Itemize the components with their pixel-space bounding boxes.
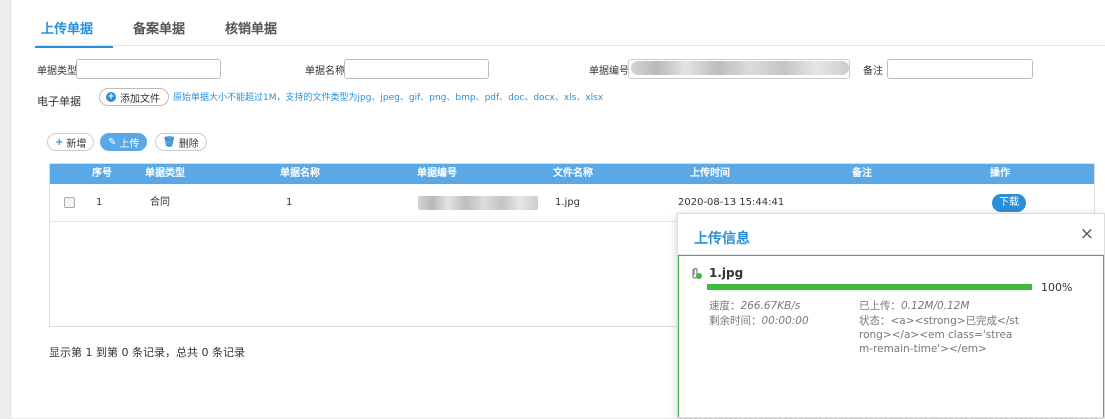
remark-label: 备注	[863, 66, 883, 77]
tab-upload-docs[interactable]: 上传单据	[35, 14, 114, 48]
uploaded-value: 0.12M/0.12M	[901, 300, 970, 312]
progress-percent: 100%	[1041, 281, 1073, 294]
speed-value: 266.67KB/s	[740, 300, 801, 312]
remark-input[interactable]	[887, 59, 1033, 79]
upload-info-dialog: 上传信息 × 1.jpg 100% 速度：266.67KB/s 剩余时间：00:…	[677, 213, 1105, 419]
new-button-label: 新增	[66, 138, 87, 150]
download-button[interactable]: 下载	[992, 194, 1026, 212]
delete-button-label: 删除	[178, 138, 199, 150]
col-file: 文件名称	[553, 168, 593, 179]
progress-bar	[707, 284, 1032, 290]
add-file-button[interactable]: + 添加文件	[99, 88, 169, 106]
redacted-cell-doc-no	[418, 196, 538, 210]
tab-writeoff-docs[interactable]: 核销单据	[205, 14, 297, 48]
uploaded-stat: 已上传：0.12M/0.12M	[859, 298, 969, 313]
trash-icon: 🗑	[163, 136, 176, 148]
doc-name-input[interactable]	[344, 59, 489, 79]
cell-type: 合同	[150, 197, 170, 208]
speed-stat: 速度：266.67KB/s	[709, 298, 800, 313]
col-type: 单据类型	[145, 168, 185, 179]
status-text: 状态：<a><strong>已完成</strong></a><em class=…	[859, 315, 1019, 355]
new-button[interactable]: + 新增	[47, 133, 95, 151]
redacted-doc-no	[631, 61, 849, 75]
uploaded-label: 已上传：	[859, 300, 901, 312]
cell-file: 1.jpg	[555, 197, 581, 208]
close-icon[interactable]: ×	[1080, 224, 1094, 244]
cell-name: 1	[286, 197, 293, 208]
plus-circle-icon: +	[106, 92, 116, 102]
file-hint: 原始单据大小不能超过1M，支持的文件类型为jpg、jpeg、gif、png、bm…	[173, 93, 604, 103]
plus-icon: +	[55, 136, 64, 148]
edit-icon: ✎	[108, 136, 117, 148]
upload-file-name: 1.jpg	[709, 266, 744, 280]
tab-divider	[35, 45, 1105, 46]
doc-type-input[interactable]	[76, 59, 221, 79]
dialog-title: 上传信息	[694, 231, 750, 247]
cell-index: 1	[96, 197, 103, 208]
col-remark: 备注	[852, 168, 872, 179]
table-header: 序号 单据类型 单据名称 单据编号 文件名称 上传时间 备注 操作	[50, 164, 1094, 184]
tab-bar: 上传单据 备案单据 核销单据	[35, 14, 297, 48]
remain-value: 00:00:00	[761, 315, 809, 327]
attachment-icon	[692, 267, 702, 279]
delete-button[interactable]: 🗑 删除	[155, 133, 207, 151]
speed-label: 速度：	[709, 300, 741, 312]
progress-fill	[707, 284, 1032, 290]
pagination-summary: 显示第 1 到第 0 条记录，总共 0 条记录	[49, 346, 245, 359]
col-action: 操作	[990, 168, 1010, 179]
doc-type-label: 单据类型	[37, 66, 77, 77]
remain-stat: 剩余时间：00:00:00	[709, 313, 809, 328]
col-doc-no: 单据编号	[417, 168, 457, 179]
col-index: 序号	[92, 168, 112, 179]
row-checkbox[interactable]	[64, 197, 75, 208]
tab-filed-docs[interactable]: 备案单据	[113, 14, 205, 48]
upload-button[interactable]: ✎ 上传	[100, 133, 148, 151]
upload-file-item: 1.jpg 100% 速度：266.67KB/s 剩余时间：00:00:00 已…	[678, 255, 1104, 419]
col-time: 上传时间	[690, 168, 730, 179]
edoc-label: 电子单据	[37, 95, 81, 108]
doc-no-label: 单据编号	[589, 66, 629, 77]
add-file-label: 添加文件	[120, 93, 160, 105]
upload-button-label: 上传	[119, 138, 140, 150]
remain-label: 剩余时间：	[709, 315, 762, 327]
col-name: 单据名称	[280, 168, 320, 179]
doc-name-label: 单据名称	[305, 66, 345, 77]
